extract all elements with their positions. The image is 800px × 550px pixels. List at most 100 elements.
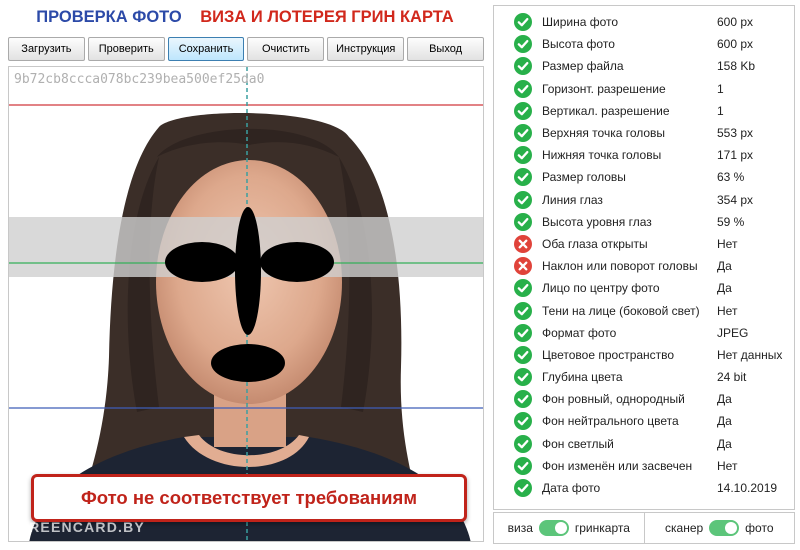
check-label: Цветовое пространство: [542, 347, 675, 362]
check-value: 600 px: [717, 37, 754, 52]
check-label: Нижняя точка головы: [542, 148, 662, 163]
check-value: JPEG: [717, 325, 749, 340]
check-pass-icon: [514, 79, 532, 98]
title-visa-lottery: ВИЗА И ЛОТЕРЕЯ ГРИН КАРТА: [200, 8, 454, 26]
check-label: Оба глаза открыты: [542, 236, 648, 251]
mode-toggles: виза гринкарта сканер фото: [493, 512, 795, 544]
check-row: Цветовое пространство Нет данных: [494, 344, 794, 366]
check-value: 354 px: [717, 192, 754, 207]
photo-hash: 9b72cb8ccca078bc239bea500ef25da0: [14, 72, 265, 87]
check-label: Линия глаз: [542, 192, 603, 207]
check-label: Фон ровный, однородный: [542, 392, 685, 407]
check-row: Размер файла 158 Kb: [494, 55, 794, 77]
photo-preview[interactable]: 9b72cb8ccca078bc239bea500ef25da0 Фото не…: [8, 66, 484, 542]
check-label: Горизонт. разрешение: [542, 81, 666, 96]
check-label: Фон светлый: [542, 436, 614, 451]
check-label: Высота фото: [542, 37, 615, 52]
check-row: Тени на лице (боковой свет) Нет: [494, 299, 794, 321]
check-pass-icon: [514, 146, 532, 165]
check-value: 1: [717, 81, 724, 96]
check-value: 553 px: [717, 126, 754, 141]
check-row: Высота уровня глаз 59 %: [494, 211, 794, 233]
check-label: Высота уровня глаз: [542, 214, 652, 229]
scanner-photo-switch[interactable]: [709, 520, 740, 536]
check-fail-icon: [514, 234, 532, 253]
check-row: Фон ровный, однородный Да: [494, 388, 794, 410]
check-value: Нет: [717, 236, 738, 251]
check-pass-icon: [514, 35, 532, 54]
check-value: Нет: [717, 303, 738, 318]
check-value: 24 bit: [717, 370, 747, 385]
switch-knob: [554, 522, 567, 534]
toolbar: Загрузить Проверить Сохранить Очистить И…: [8, 37, 484, 61]
check-row: Наклон или поворот головы Да: [494, 255, 794, 277]
check-row: Горизонт. разрешение 1: [494, 78, 794, 100]
check-value: 14.10.2019: [717, 481, 778, 496]
site-watermark: GREENCARD.BY: [17, 519, 145, 535]
check-value: 158 Kb: [717, 59, 756, 74]
check-value: Нет данных: [717, 347, 783, 362]
check-label: Глубина цвета: [542, 370, 623, 385]
check-label: Тени на лице (боковой свет): [542, 303, 700, 318]
check-fail-icon: [514, 257, 532, 276]
check-row: Дата фото 14.10.2019: [494, 477, 794, 499]
right-eye-mask: [260, 242, 334, 282]
check-pass-icon: [514, 412, 532, 431]
check-row: Фон изменён или засвечен Нет: [494, 455, 794, 477]
check-value: Нет: [717, 458, 738, 473]
scanner-photo-toggle-group: сканер фото: [643, 513, 795, 543]
check-label: Размер файла: [542, 59, 624, 74]
check-pass-icon: [514, 212, 532, 231]
check-value: Да: [717, 281, 732, 296]
check-row: Ширина фото 600 px: [494, 11, 794, 33]
check-row: Нижняя точка головы 171 px: [494, 144, 794, 166]
check-pass-icon: [514, 479, 532, 498]
check-pass-icon: [514, 168, 532, 187]
visa-greencard-switch[interactable]: [538, 520, 569, 536]
check-row: Фон нейтрального цвета Да: [494, 410, 794, 432]
check-label: Дата фото: [542, 481, 601, 496]
check-value: 1: [717, 103, 724, 118]
check-label: Лицо по центру фото: [542, 281, 660, 296]
check-row: Высота фото 600 px: [494, 33, 794, 55]
save-button[interactable]: Сохранить: [167, 37, 245, 61]
instruction-button[interactable]: Инструкция: [327, 37, 405, 61]
check-pass-icon: [514, 323, 532, 342]
check-pass-icon: [514, 57, 532, 76]
photo-canvas: [9, 67, 483, 541]
check-row: Оба глаза открыты Нет: [494, 233, 794, 255]
app-window: ПРОВЕРКА ФОТО ВИЗА И ЛОТЕРЕЯ ГРИН КАРТА …: [0, 0, 800, 550]
check-row: Верхняя точка головы 553 px: [494, 122, 794, 144]
check-value: 59 %: [717, 214, 745, 229]
check-pass-icon: [514, 456, 532, 475]
check-value: Да: [717, 436, 732, 451]
check-pass-icon: [514, 279, 532, 298]
check-value: Да: [717, 392, 732, 407]
check-pass-icon: [514, 345, 532, 364]
load-button[interactable]: Загрузить: [8, 37, 85, 61]
check-results-panel: Ширина фото 600 px Высота фото 600 px Размер…: [493, 5, 795, 510]
check-pass-icon: [514, 390, 532, 409]
visa-greencard-toggle-group: виза гринкарта: [494, 513, 644, 543]
check-row: Лицо по центру фото Да: [494, 277, 794, 299]
toggle-label-photo: фото: [745, 521, 774, 535]
check-label: Наклон или поворот головы: [542, 259, 698, 274]
title-photo-check: ПРОВЕРКА ФОТО: [36, 8, 182, 26]
check-button[interactable]: Проверить: [87, 37, 165, 61]
check-results-list: Ширина фото 600 px Высота фото 600 px Размер…: [494, 11, 794, 499]
check-pass-icon: [514, 190, 532, 209]
check-pass-icon: [514, 13, 532, 32]
check-row: Линия глаз 354 px: [494, 189, 794, 211]
left-eye-mask: [165, 242, 239, 282]
check-pass-icon: [514, 434, 532, 453]
check-label: Вертикал. разрешение: [542, 103, 670, 118]
check-row: Формат фото JPEG: [494, 322, 794, 344]
verdict-banner: Фото не соответствует требованиям: [31, 474, 467, 522]
check-value: 63 %: [717, 170, 745, 185]
toggle-label-greencard: гринкарта: [574, 521, 630, 535]
check-row: Вертикал. разрешение 1: [494, 100, 794, 122]
check-row: Фон светлый Да: [494, 433, 794, 455]
clear-button[interactable]: Очистить: [247, 37, 325, 61]
exit-button[interactable]: Выход: [407, 37, 484, 61]
check-pass-icon: [514, 368, 532, 387]
